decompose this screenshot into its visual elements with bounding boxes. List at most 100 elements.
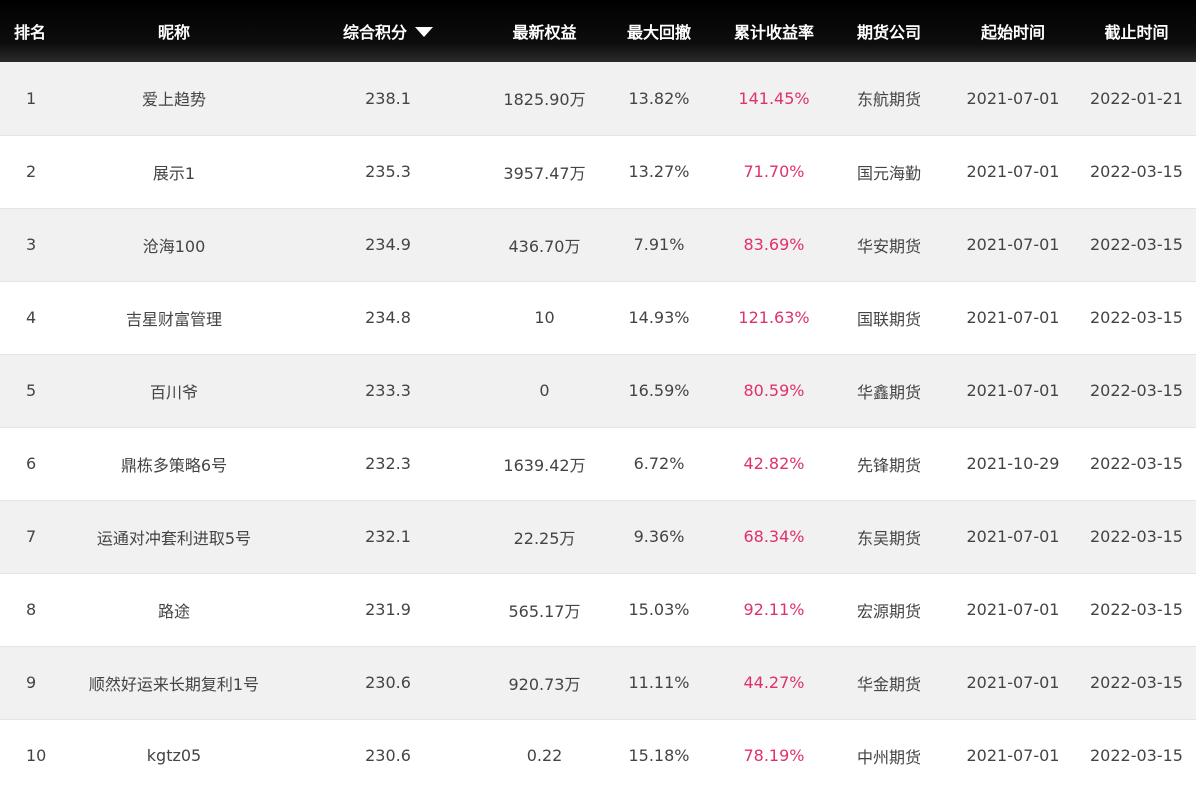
cell-end-date: 2022-03-15: [1077, 719, 1196, 790]
cell-rank: 9: [0, 646, 62, 720]
ranking-table: 排名 昵称 综合积分 最新权益 最大回撤 累计收益率 期货公司 起始时间 截止时…: [0, 0, 1196, 790]
cell-equity: 10: [490, 281, 599, 355]
table-row[interactable]: 3 沧海100 234.9 436.70万 7.91% 83.69% 华安期货 2021-07…: [0, 208, 1196, 282]
cell-nickname[interactable]: 吉星财富管理: [62, 281, 286, 355]
cell-rank: 4: [0, 281, 62, 355]
cell-rank: 7: [0, 500, 62, 574]
cell-nickname[interactable]: 百川爷: [62, 354, 286, 428]
cell-end-date: 2022-03-15: [1077, 573, 1196, 647]
table-row[interactable]: 5 百川爷 233.3 0 16.59% 80.59% 华鑫期货 2021-07-01 2022…: [0, 354, 1196, 428]
cell-drawdown: 13.82%: [599, 62, 719, 136]
cell-score: 233.3: [286, 354, 490, 428]
header-nickname[interactable]: 昵称: [62, 0, 286, 62]
cell-return: 71.70%: [719, 135, 829, 209]
cell-score: 230.6: [286, 646, 490, 720]
cell-rank: 5: [0, 354, 62, 428]
cell-drawdown: 11.11%: [599, 646, 719, 720]
cell-rank: 10: [0, 719, 62, 790]
table-row[interactable]: 4 吉星财富管理 234.8 10 14.93% 121.63% 国联期货 2021-07-0…: [0, 281, 1196, 355]
cell-score: 238.1: [286, 62, 490, 136]
header-start[interactable]: 起始时间: [949, 0, 1077, 62]
cell-return: 92.11%: [719, 573, 829, 647]
cell-end-date: 2022-03-15: [1077, 646, 1196, 720]
header-equity[interactable]: 最新权益: [490, 0, 599, 62]
table-body: 1 爱上趋势 238.1 1825.90万 13.82% 141.45% 东航期货 2021-…: [0, 62, 1196, 790]
cell-nickname[interactable]: 路途: [62, 573, 286, 647]
cell-start-date: 2021-07-01: [949, 135, 1077, 209]
cell-return: 80.59%: [719, 354, 829, 428]
cell-equity: 1639.42万: [490, 427, 599, 501]
cell-company: 华安期货: [829, 208, 949, 282]
cell-score: 232.3: [286, 427, 490, 501]
cell-end-date: 2022-03-15: [1077, 354, 1196, 428]
cell-nickname[interactable]: 顺然好运来长期复利1号: [62, 646, 286, 720]
header-company[interactable]: 期货公司: [829, 0, 949, 62]
cell-return: 83.69%: [719, 208, 829, 282]
cell-equity: 0: [490, 354, 599, 428]
header-rank[interactable]: 排名: [0, 0, 62, 62]
cell-drawdown: 15.18%: [599, 719, 719, 790]
cell-drawdown: 7.91%: [599, 208, 719, 282]
cell-rank: 2: [0, 135, 62, 209]
cell-start-date: 2021-07-01: [949, 646, 1077, 720]
table-row[interactable]: 7 运通对冲套利进取5号 232.1 22.25万 9.36% 68.34% 东吴期货 202…: [0, 500, 1196, 574]
header-score-label: 综合积分: [342, 23, 407, 42]
cell-nickname[interactable]: kgtz05: [62, 719, 286, 790]
cell-rank: 3: [0, 208, 62, 282]
table-row[interactable]: 1 爱上趋势 238.1 1825.90万 13.82% 141.45% 东航期货 2021-…: [0, 62, 1196, 136]
triangle-down-icon[interactable]: [415, 27, 433, 37]
table-row[interactable]: 2 展示1 235.3 3957.47万 13.27% 71.70% 国元海勤 2021-07…: [0, 135, 1196, 209]
cell-score: 234.9: [286, 208, 490, 282]
cell-start-date: 2021-07-01: [949, 354, 1077, 428]
cell-equity: 565.17万: [490, 573, 599, 647]
cell-drawdown: 9.36%: [599, 500, 719, 574]
cell-equity: 22.25万: [490, 500, 599, 574]
cell-company: 东航期货: [829, 62, 949, 136]
cell-drawdown: 14.93%: [599, 281, 719, 355]
cell-equity: 3957.47万: [490, 135, 599, 209]
cell-return: 42.82%: [719, 427, 829, 501]
cell-company: 中州期货: [829, 719, 949, 790]
cell-return: 78.19%: [719, 719, 829, 790]
cell-equity: 1825.90万: [490, 62, 599, 136]
cell-drawdown: 13.27%: [599, 135, 719, 209]
cell-equity: 0.22: [490, 719, 599, 790]
cell-start-date: 2021-07-01: [949, 500, 1077, 574]
cell-return: 68.34%: [719, 500, 829, 574]
table-row[interactable]: 9 顺然好运来长期复利1号 230.6 920.73万 11.11% 44.27% 华金期货…: [0, 646, 1196, 720]
cell-return: 121.63%: [719, 281, 829, 355]
cell-rank: 1: [0, 62, 62, 136]
cell-end-date: 2022-03-15: [1077, 427, 1196, 501]
header-score[interactable]: 综合积分: [286, 0, 490, 62]
table-row[interactable]: 8 路途 231.9 565.17万 15.03% 92.11% 宏源期货 2021-07-0…: [0, 573, 1196, 647]
header-row: 排名 昵称 综合积分 最新权益 最大回撤 累计收益率 期货公司 起始时间 截止时…: [0, 0, 1196, 62]
cell-company: 宏源期货: [829, 573, 949, 647]
cell-company: 华鑫期货: [829, 354, 949, 428]
cell-company: 先锋期货: [829, 427, 949, 501]
cell-end-date: 2022-03-15: [1077, 281, 1196, 355]
cell-start-date: 2021-07-01: [949, 208, 1077, 282]
table-row[interactable]: 10 kgtz05 230.6 0.22 15.18% 78.19% 中州期货 2021-07…: [0, 719, 1196, 790]
cell-start-date: 2021-07-01: [949, 719, 1077, 790]
header-end[interactable]: 截止时间: [1077, 0, 1196, 62]
cell-nickname[interactable]: 运通对冲套利进取5号: [62, 500, 286, 574]
cell-rank: 6: [0, 427, 62, 501]
table-header: 排名 昵称 综合积分 最新权益 最大回撤 累计收益率 期货公司 起始时间 截止时…: [0, 0, 1196, 62]
cell-return: 141.45%: [719, 62, 829, 136]
cell-company: 华金期货: [829, 646, 949, 720]
cell-nickname[interactable]: 展示1: [62, 135, 286, 209]
table-row[interactable]: 6 鼎栋多策略6号 232.3 1639.42万 6.72% 42.82% 先锋期货 2021…: [0, 427, 1196, 501]
cell-score: 235.3: [286, 135, 490, 209]
cell-nickname[interactable]: 沧海100: [62, 208, 286, 282]
cell-score: 234.8: [286, 281, 490, 355]
cell-return: 44.27%: [719, 646, 829, 720]
cell-nickname[interactable]: 爱上趋势: [62, 62, 286, 136]
cell-start-date: 2021-10-29: [949, 427, 1077, 501]
header-return[interactable]: 累计收益率: [719, 0, 829, 62]
cell-start-date: 2021-07-01: [949, 281, 1077, 355]
cell-score: 230.6: [286, 719, 490, 790]
cell-drawdown: 15.03%: [599, 573, 719, 647]
header-drawdown[interactable]: 最大回撤: [599, 0, 719, 62]
cell-score: 232.1: [286, 500, 490, 574]
cell-nickname[interactable]: 鼎栋多策略6号: [62, 427, 286, 501]
